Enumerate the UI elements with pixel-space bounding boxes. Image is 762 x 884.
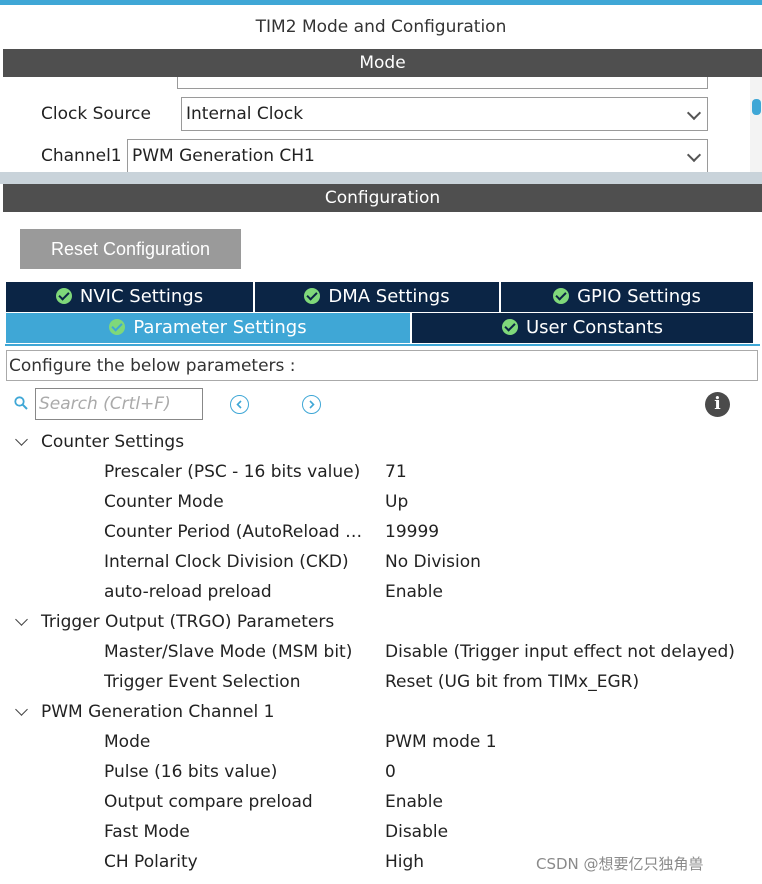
param-name: Internal Clock Division (CKD) [104, 552, 349, 572]
group-label: PWM Generation Channel 1 [41, 702, 275, 722]
group-pwm-generation-channel1[interactable]: PWM Generation Channel 1 [0, 697, 762, 727]
param-name: Counter Period (AutoReload … [104, 522, 363, 542]
mode-scrolled-field [177, 77, 708, 89]
clock-source-select[interactable]: Internal Clock [181, 97, 708, 131]
tabs-underline [5, 344, 760, 346]
param-row[interactable]: Pulse (16 bits value) 0 [0, 757, 762, 787]
check-circle-icon [553, 288, 570, 304]
mode-scrollbar[interactable] [750, 77, 762, 172]
chevron-down-icon [15, 613, 28, 626]
param-name: Counter Mode [104, 492, 224, 512]
param-row[interactable]: Prescaler (PSC - 16 bits value) 71 [0, 457, 762, 487]
param-name: Mode [104, 732, 151, 752]
param-value[interactable]: 71 [385, 457, 407, 487]
param-name: CH Polarity [104, 852, 198, 872]
tab-label: GPIO Settings [577, 286, 701, 307]
chevron-down-icon [15, 703, 28, 716]
param-value[interactable]: Up [385, 487, 408, 517]
mode-section-header: Mode [3, 49, 762, 77]
param-value[interactable]: Enable [385, 787, 443, 817]
param-name: auto-reload preload [104, 582, 272, 602]
tab-label: NVIC Settings [79, 286, 204, 307]
param-value[interactable]: 0 [385, 757, 396, 787]
group-trigger-output[interactable]: Trigger Output (TRGO) Parameters [0, 607, 762, 637]
param-row[interactable]: Mode PWM mode 1 [0, 727, 762, 757]
check-circle-icon [304, 288, 321, 304]
configuration-section-header: Configuration [3, 184, 762, 212]
chevron-down-icon [686, 105, 702, 121]
clock-source-label: Clock Source [41, 104, 151, 124]
tab-label: DMA Settings [328, 286, 450, 307]
param-value[interactable]: High [385, 847, 424, 877]
param-row[interactable]: Counter Mode Up [0, 487, 762, 517]
chevron-down-icon [686, 147, 702, 163]
clock-source-value: Internal Clock [186, 104, 304, 124]
info-icon[interactable]: i [705, 392, 730, 417]
channel1-select[interactable]: PWM Generation CH1 [127, 139, 708, 172]
panel-splitter[interactable] [0, 172, 762, 184]
param-row[interactable]: Master/Slave Mode (MSM bit) Disable (Tri… [0, 637, 762, 667]
parameters-description: Configure the below parameters : [6, 350, 758, 381]
param-name: Master/Slave Mode (MSM bit) [104, 642, 353, 662]
param-name: Fast Mode [104, 822, 190, 842]
param-name: Output compare preload [104, 792, 313, 812]
param-value[interactable]: PWM mode 1 [385, 727, 497, 757]
param-row[interactable]: Output compare preload Enable [0, 787, 762, 817]
search-icon [14, 396, 28, 410]
param-value[interactable]: Disable [385, 817, 448, 847]
tab-gpio-settings[interactable]: GPIO Settings [501, 282, 753, 312]
chevron-left-icon [236, 400, 242, 409]
mode-scrollbar-thumb[interactable] [752, 99, 761, 115]
channel1-value: PWM Generation CH1 [132, 146, 315, 166]
tab-label: Parameter Settings [133, 317, 307, 338]
group-label: Trigger Output (TRGO) Parameters [41, 612, 335, 632]
param-value[interactable]: 19999 [385, 517, 439, 547]
watermark: CSDN @想要亿只独角兽 [536, 855, 704, 873]
param-value[interactable]: Reset (UG bit from TIMx_EGR) [385, 667, 639, 697]
param-value[interactable]: Enable [385, 577, 443, 607]
param-row[interactable]: Counter Period (AutoReload … 19999 [0, 517, 762, 547]
param-value[interactable]: Disable (Trigger input effect not delaye… [385, 637, 735, 667]
previous-match-button[interactable] [230, 395, 249, 414]
tab-parameter-settings[interactable]: Parameter Settings [6, 313, 410, 343]
next-match-button[interactable] [302, 395, 321, 414]
param-row[interactable]: auto-reload preload Enable [0, 577, 762, 607]
channel1-label: Channel1 [41, 146, 122, 166]
check-circle-icon [55, 288, 72, 304]
mode-panel: Clock Source Internal Clock Channel1 PWM… [3, 77, 762, 172]
check-circle-icon [501, 319, 518, 335]
param-name: Trigger Event Selection [104, 672, 301, 692]
param-row[interactable]: Internal Clock Division (CKD) No Divisio… [0, 547, 762, 577]
search-input[interactable] [35, 388, 203, 420]
param-name: Prescaler (PSC - 16 bits value) [104, 462, 361, 482]
check-circle-icon [109, 319, 126, 335]
group-counter-settings[interactable]: Counter Settings [0, 427, 762, 457]
group-label: Counter Settings [41, 432, 185, 452]
param-row[interactable]: Fast Mode Disable [0, 817, 762, 847]
chevron-right-icon [309, 400, 315, 409]
tab-nvic-settings[interactable]: NVIC Settings [6, 282, 253, 312]
param-value[interactable]: No Division [385, 547, 481, 577]
tab-user-constants[interactable]: User Constants [412, 313, 753, 343]
tab-dma-settings[interactable]: DMA Settings [255, 282, 499, 312]
window-title: TIM2 Mode and Configuration [255, 17, 507, 37]
chevron-down-icon [15, 433, 28, 446]
param-name: Pulse (16 bits value) [104, 762, 278, 782]
reset-configuration-button[interactable]: Reset Configuration [20, 229, 241, 269]
tab-label: User Constants [525, 317, 664, 338]
param-row[interactable]: Trigger Event Selection Reset (UG bit fr… [0, 667, 762, 697]
